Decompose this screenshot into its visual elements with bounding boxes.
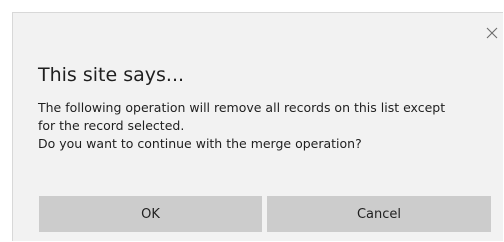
cancel-button[interactable]: Cancel bbox=[267, 196, 491, 232]
dialog-title: This site says... bbox=[38, 64, 185, 86]
ok-button[interactable]: OK bbox=[39, 196, 262, 232]
message-line: for the record selected. bbox=[38, 118, 185, 133]
message-line: The following operation will remove all … bbox=[38, 100, 446, 115]
alert-dialog: This site says... The following operatio… bbox=[12, 12, 503, 241]
close-icon[interactable] bbox=[485, 26, 499, 40]
dialog-message: The following operation will remove all … bbox=[38, 99, 498, 153]
message-line: Do you want to continue with the merge o… bbox=[38, 136, 362, 151]
